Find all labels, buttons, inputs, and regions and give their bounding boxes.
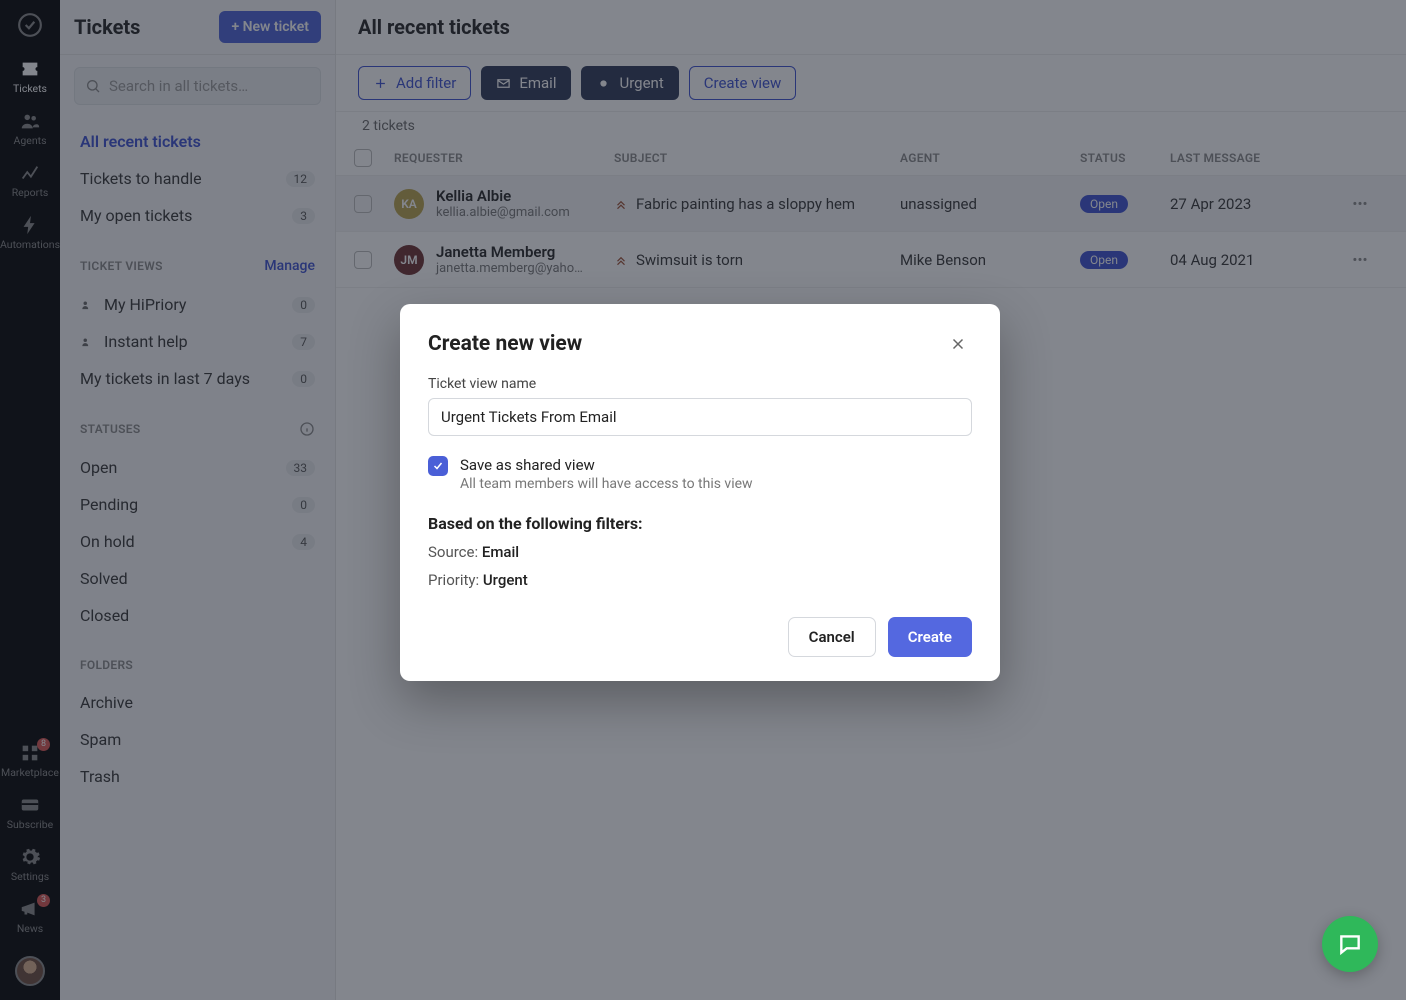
check-icon <box>432 460 444 472</box>
cancel-button[interactable]: Cancel <box>788 617 876 657</box>
modal-close-button[interactable] <box>944 330 972 358</box>
create-button[interactable]: Create <box>888 617 972 657</box>
filter-line: Priority: Urgent <box>428 571 972 589</box>
shared-view-label: Save as shared view <box>460 456 753 474</box>
filters-title: Based on the following filters: <box>428 514 972 533</box>
modal-title: Create new view <box>428 332 582 356</box>
chat-fab[interactable] <box>1322 916 1378 972</box>
shared-view-checkbox[interactable] <box>428 456 448 476</box>
view-name-label: Ticket view name <box>428 376 972 392</box>
view-name-input[interactable] <box>428 398 972 436</box>
filter-line: Source: Email <box>428 543 972 561</box>
shared-view-sublabel: All team members will have access to thi… <box>460 476 753 492</box>
create-view-modal: Create new view Ticket view name Save as… <box>400 304 1000 681</box>
close-icon <box>949 335 967 353</box>
chat-icon <box>1337 931 1363 957</box>
